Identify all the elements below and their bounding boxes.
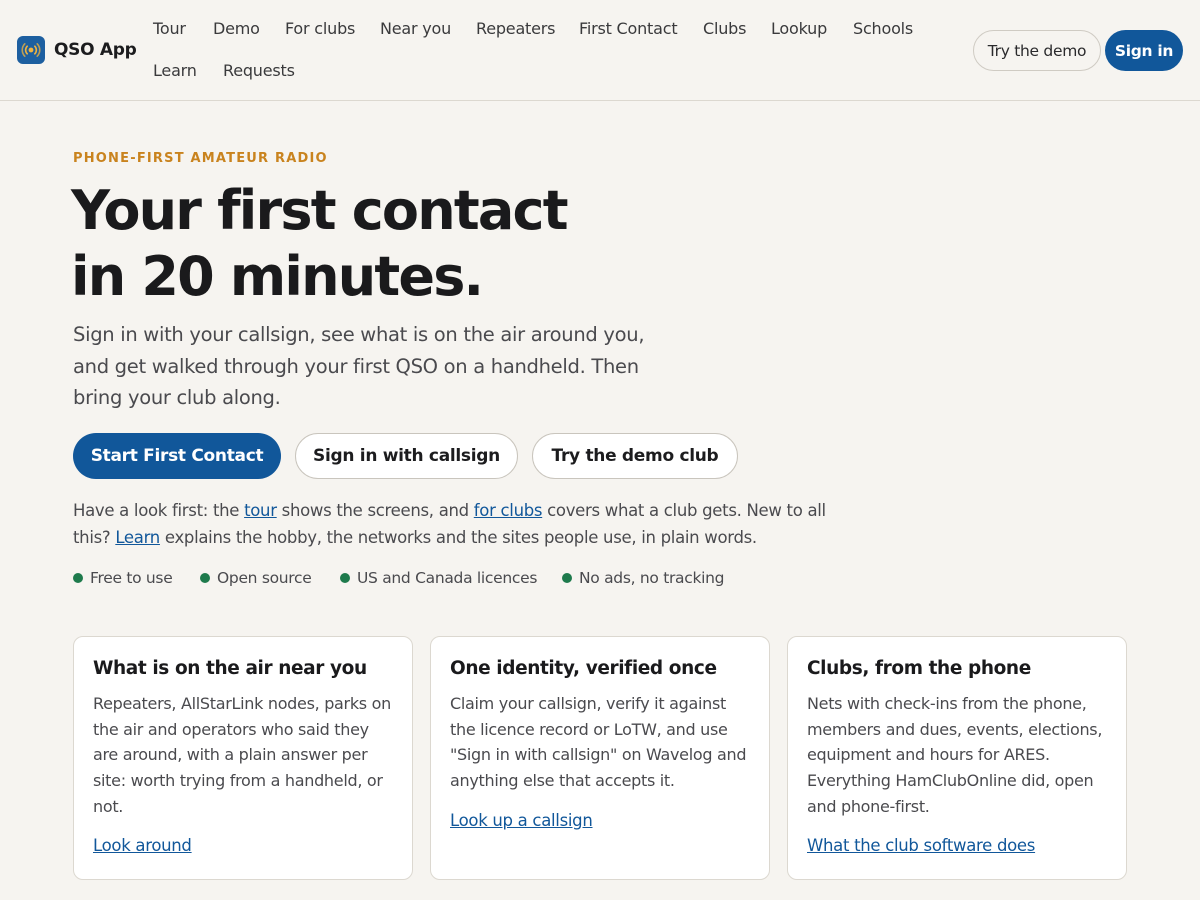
- look-up-callsign-link[interactable]: Look up a callsign: [450, 811, 593, 830]
- note-text-2: shows the screens, and: [276, 501, 474, 520]
- card-title: Clubs, from the phone: [807, 658, 1031, 679]
- badge-label: No ads, no tracking: [579, 569, 725, 587]
- badge-label: Free to use: [90, 569, 173, 587]
- card-clubs: Clubs, from the phone Nets with check-in…: [787, 636, 1127, 880]
- nav-repeaters[interactable]: Repeaters: [476, 19, 555, 38]
- card-body: Repeaters, AllStarLink nodes, parks on t…: [93, 694, 391, 816]
- note-text-1: Have a look first: the: [73, 501, 245, 520]
- green-dot-icon: [73, 573, 83, 583]
- badge-label: US and Canada licences: [357, 569, 538, 587]
- green-dot-icon: [340, 573, 350, 583]
- hero-headline: Your first contact in 20 minutes.: [71, 178, 771, 310]
- site-header: QSO App Tour Demo For clubs Near you Rep…: [0, 0, 1200, 101]
- start-first-contact-button[interactable]: Start First Contact: [73, 433, 281, 479]
- card-body: Nets with check-ins from the phone, memb…: [807, 694, 1103, 816]
- nav-requests[interactable]: Requests: [223, 61, 295, 80]
- badge-label: Open source: [217, 569, 312, 587]
- club-software-link[interactable]: What the club software does: [807, 836, 1035, 855]
- look-around-link[interactable]: Look around: [93, 836, 192, 855]
- badge-open-source: Open source: [200, 569, 312, 587]
- radio-broadcast-icon: [17, 36, 45, 64]
- brand-name: QSO App: [54, 40, 137, 60]
- try-demo-button[interactable]: Try the demo: [973, 30, 1101, 71]
- try-demo-club-button[interactable]: Try the demo club: [532, 433, 738, 479]
- nav-learn[interactable]: Learn: [153, 61, 197, 80]
- note-text-4: explains the hobby, the networks and the…: [159, 528, 757, 547]
- green-dot-icon: [562, 573, 572, 583]
- card-body: Claim your callsign, verify it against t…: [450, 694, 747, 791]
- nav-lookup[interactable]: Lookup: [771, 19, 827, 38]
- card-title: One identity, verified once: [450, 658, 717, 679]
- sign-in-with-callsign-button[interactable]: Sign in with callsign: [295, 433, 518, 479]
- badge-free: Free to use: [73, 569, 173, 587]
- learn-link[interactable]: Learn: [115, 528, 160, 547]
- headline-line-1: Your first contact: [71, 179, 569, 242]
- main-nav: Tour Demo For clubs Near you Repeaters F…: [153, 0, 953, 100]
- green-dot-icon: [200, 573, 210, 583]
- hero-lede: Sign in with your callsign, see what is …: [73, 323, 645, 409]
- card-title: What is on the air near you: [93, 658, 367, 679]
- hero-note: Have a look first: the tour shows the sc…: [73, 497, 843, 551]
- nav-for-clubs[interactable]: For clubs: [285, 19, 355, 38]
- nav-tour[interactable]: Tour: [153, 19, 186, 38]
- nav-near-you[interactable]: Near you: [380, 19, 451, 38]
- badge-licences: US and Canada licences: [340, 569, 537, 587]
- card-identity: One identity, verified once Claim your c…: [430, 636, 770, 880]
- hero-eyebrow: PHONE-FIRST AMATEUR RADIO: [73, 151, 328, 166]
- nav-first-contact[interactable]: First Contact: [579, 19, 678, 38]
- sign-in-button[interactable]: Sign in: [1105, 30, 1183, 71]
- brand-home-link[interactable]: QSO App: [17, 36, 137, 64]
- tour-link[interactable]: tour: [244, 501, 277, 520]
- card-on-the-air: What is on the air near you Repeaters, A…: [73, 636, 413, 880]
- badge-no-ads: No ads, no tracking: [562, 569, 725, 587]
- headline-line-2: in 20 minutes.: [71, 245, 484, 308]
- nav-clubs[interactable]: Clubs: [703, 19, 746, 38]
- nav-schools[interactable]: Schools: [853, 19, 913, 38]
- nav-demo[interactable]: Demo: [213, 19, 260, 38]
- for-clubs-link[interactable]: for clubs: [474, 501, 543, 520]
